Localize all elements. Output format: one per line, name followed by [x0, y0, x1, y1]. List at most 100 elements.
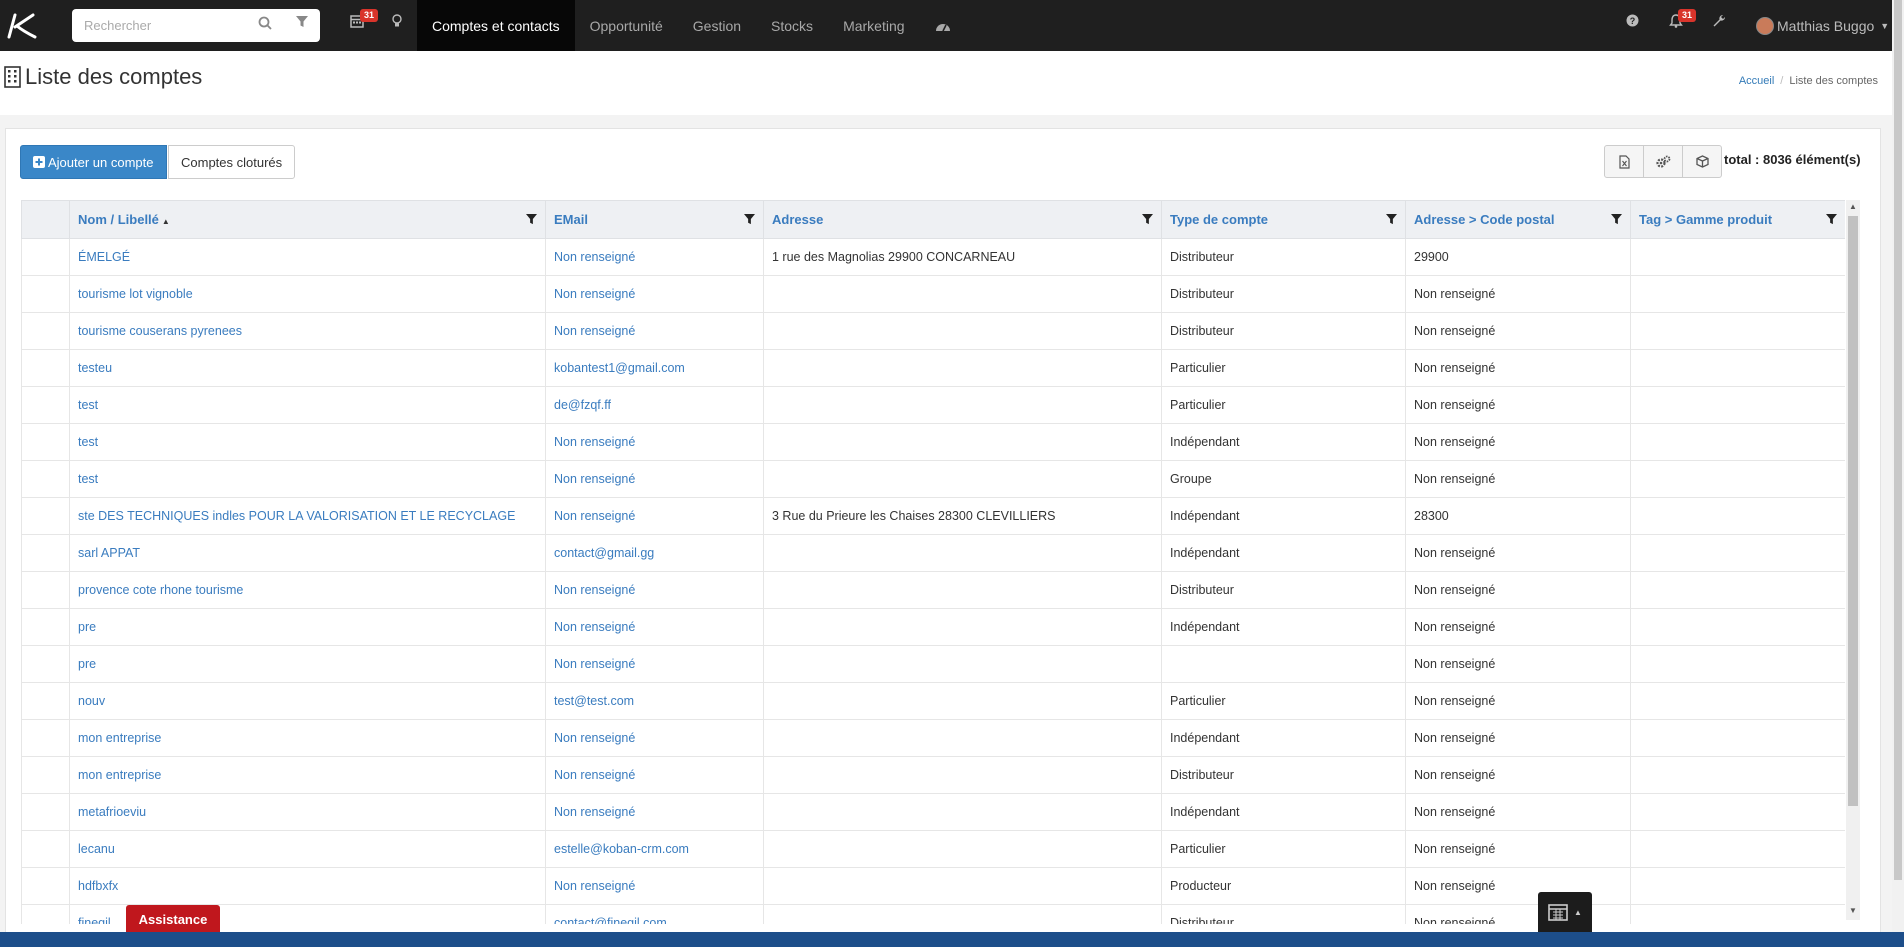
row-select-cell[interactable] [21, 460, 70, 498]
filter-icon[interactable] [1142, 213, 1153, 228]
row-select-cell[interactable] [21, 719, 70, 757]
table-row[interactable]: test de@fzqf.ff Particulier Non renseigné [21, 386, 1845, 424]
logo-icon[interactable] [0, 0, 44, 51]
account-name-link[interactable]: metafrioeviu [69, 793, 546, 831]
row-select-cell[interactable] [21, 275, 70, 313]
column-header[interactable]: Type de compte [1161, 200, 1406, 239]
account-email-link[interactable]: Non renseigné [545, 423, 764, 461]
account-email-link[interactable]: de@fzqf.ff [545, 386, 764, 424]
account-name-link[interactable]: pre [69, 608, 546, 646]
table-row[interactable]: test Non renseigné Groupe Non renseigné [21, 460, 1845, 498]
menu-gestion[interactable]: Gestion [678, 0, 756, 51]
table-row[interactable]: nouv test@test.com Particulier Non renseign… [21, 682, 1845, 720]
dashboard-icon[interactable] [920, 0, 966, 51]
table-row[interactable]: provence cote rhone tourisme Non renseign… [21, 571, 1845, 609]
row-select-cell[interactable] [21, 756, 70, 794]
row-select-cell[interactable] [21, 571, 70, 609]
filter-icon[interactable] [1611, 213, 1622, 228]
row-select-cell[interactable] [21, 386, 70, 424]
help-icon[interactable]: ? [1626, 14, 1639, 31]
excel-export-button[interactable] [1604, 145, 1644, 178]
row-select-cell[interactable] [21, 867, 70, 905]
account-email-link[interactable]: Non renseigné [545, 238, 764, 276]
table-row[interactable]: metafrioeviu Non renseigné Indépendant Non … [21, 793, 1845, 831]
column-header[interactable]: Tag > Gamme produit [1630, 200, 1845, 239]
account-email-link[interactable]: Non renseigné [545, 460, 764, 498]
row-select-cell[interactable] [21, 497, 70, 535]
filter-icon[interactable] [1386, 213, 1397, 228]
column-header[interactable]: EMail [545, 200, 764, 239]
table-scrollbar[interactable]: ▲ ▼ [1846, 200, 1860, 920]
account-email-link[interactable]: estelle@koban-crm.com [545, 830, 764, 868]
breadcrumb-home[interactable]: Accueil [1739, 75, 1774, 87]
row-select-cell[interactable] [21, 830, 70, 868]
calendar-widget-button[interactable]: ▲ [1538, 892, 1592, 932]
filter-icon[interactable] [526, 213, 537, 228]
account-email-link[interactable]: Non renseigné [545, 719, 764, 757]
menu-stocks[interactable]: Stocks [756, 0, 828, 51]
menu-marketing[interactable]: Marketing [828, 0, 919, 51]
filter-icon[interactable] [1826, 213, 1837, 228]
account-email-link[interactable]: Non renseigné [545, 867, 764, 905]
page-scrollbar[interactable] [1892, 0, 1904, 932]
account-email-link[interactable]: Non renseigné [545, 275, 764, 313]
account-name-link[interactable]: test [69, 386, 546, 424]
account-email-link[interactable]: contact@gmail.gg [545, 534, 764, 572]
filter-icon[interactable] [744, 213, 755, 228]
row-select-cell[interactable] [21, 423, 70, 461]
account-email-link[interactable]: test@test.com [545, 682, 764, 720]
account-name-link[interactable]: test [69, 423, 546, 461]
add-account-button[interactable]: Ajouter un compte [20, 145, 167, 179]
account-name-link[interactable]: pre [69, 645, 546, 683]
table-row[interactable]: sarl APPAT contact@gmail.gg Indépendant Non… [21, 534, 1845, 572]
row-select-cell[interactable] [21, 608, 70, 646]
row-select-cell[interactable] [21, 238, 70, 276]
table-row[interactable]: testeu kobantest1@gmail.com Particulier Non… [21, 349, 1845, 387]
account-email-link[interactable]: kobantest1@gmail.com [545, 349, 764, 387]
row-select-cell[interactable] [21, 349, 70, 387]
product-button[interactable] [1682, 145, 1722, 178]
account-name-link[interactable]: provence cote rhone tourisme [69, 571, 546, 609]
table-row[interactable]: tourisme couserans pyrenees Non renseigné… [21, 312, 1845, 350]
account-email-link[interactable]: Non renseigné [545, 571, 764, 609]
column-header[interactable]: Nom / Libellé ▲ [69, 200, 546, 239]
account-name-link[interactable]: test [69, 460, 546, 498]
table-row[interactable]: mon entreprise Non renseigné Indépendant No… [21, 719, 1845, 757]
filter-icon[interactable] [296, 16, 308, 31]
column-header[interactable]: Adresse > Code postal [1405, 200, 1631, 239]
account-name-link[interactable]: sarl APPAT [69, 534, 546, 572]
account-name-link[interactable]: testeu [69, 349, 546, 387]
table-row[interactable]: lecanu estelle@koban-crm.com Particulier No… [21, 830, 1845, 868]
closed-accounts-button[interactable]: Comptes cloturés [168, 145, 296, 179]
table-scrollbar-thumb[interactable] [1848, 216, 1858, 806]
account-name-link[interactable]: mon entreprise [69, 756, 546, 794]
table-row[interactable]: mon entreprise Non renseigné Distributeur N… [21, 756, 1845, 794]
lightbulb-icon[interactable] [392, 14, 402, 32]
user-menu[interactable]: Matthias Buggo ▼ [1756, 0, 1889, 51]
table-row[interactable]: pre Non renseigné Indépendant Non renseigné [21, 608, 1845, 646]
row-select-cell[interactable] [21, 645, 70, 683]
menu-opportunite[interactable]: Opportunité [575, 0, 678, 51]
assistance-button[interactable]: Assistance [126, 905, 220, 934]
account-name-link[interactable]: ste DES TECHNIQUES indles POUR LA VALORI… [69, 497, 546, 535]
search-icon[interactable] [258, 16, 272, 33]
account-email-link[interactable]: Non renseigné [545, 645, 764, 683]
account-email-link[interactable]: contact@finegil.com [545, 904, 764, 924]
account-name-link[interactable]: hdfbxfx [69, 867, 546, 905]
account-email-link[interactable]: Non renseigné [545, 608, 764, 646]
account-name-link[interactable]: tourisme couserans pyrenees [69, 312, 546, 350]
settings-button[interactable] [1643, 145, 1683, 178]
scroll-up-icon[interactable]: ▲ [1849, 202, 1857, 211]
account-email-link[interactable]: Non renseigné [545, 497, 764, 535]
wrench-icon[interactable] [1712, 14, 1726, 32]
table-row[interactable]: ÉMELGÉ Non renseigné 1 rue des Magnolias 2… [21, 238, 1845, 276]
search-input[interactable] [72, 9, 320, 42]
table-row[interactable]: ste DES TECHNIQUES indles POUR LA VALORI… [21, 497, 1845, 535]
account-email-link[interactable]: Non renseigné [545, 793, 764, 831]
account-name-link[interactable]: mon entreprise [69, 719, 546, 757]
account-name-link[interactable]: nouv [69, 682, 546, 720]
row-select-cell[interactable] [21, 904, 70, 924]
row-select-cell[interactable] [21, 534, 70, 572]
table-row[interactable]: tourisme lot vignoble Non renseigné Distri… [21, 275, 1845, 313]
account-name-link[interactable]: ÉMELGÉ [69, 238, 546, 276]
